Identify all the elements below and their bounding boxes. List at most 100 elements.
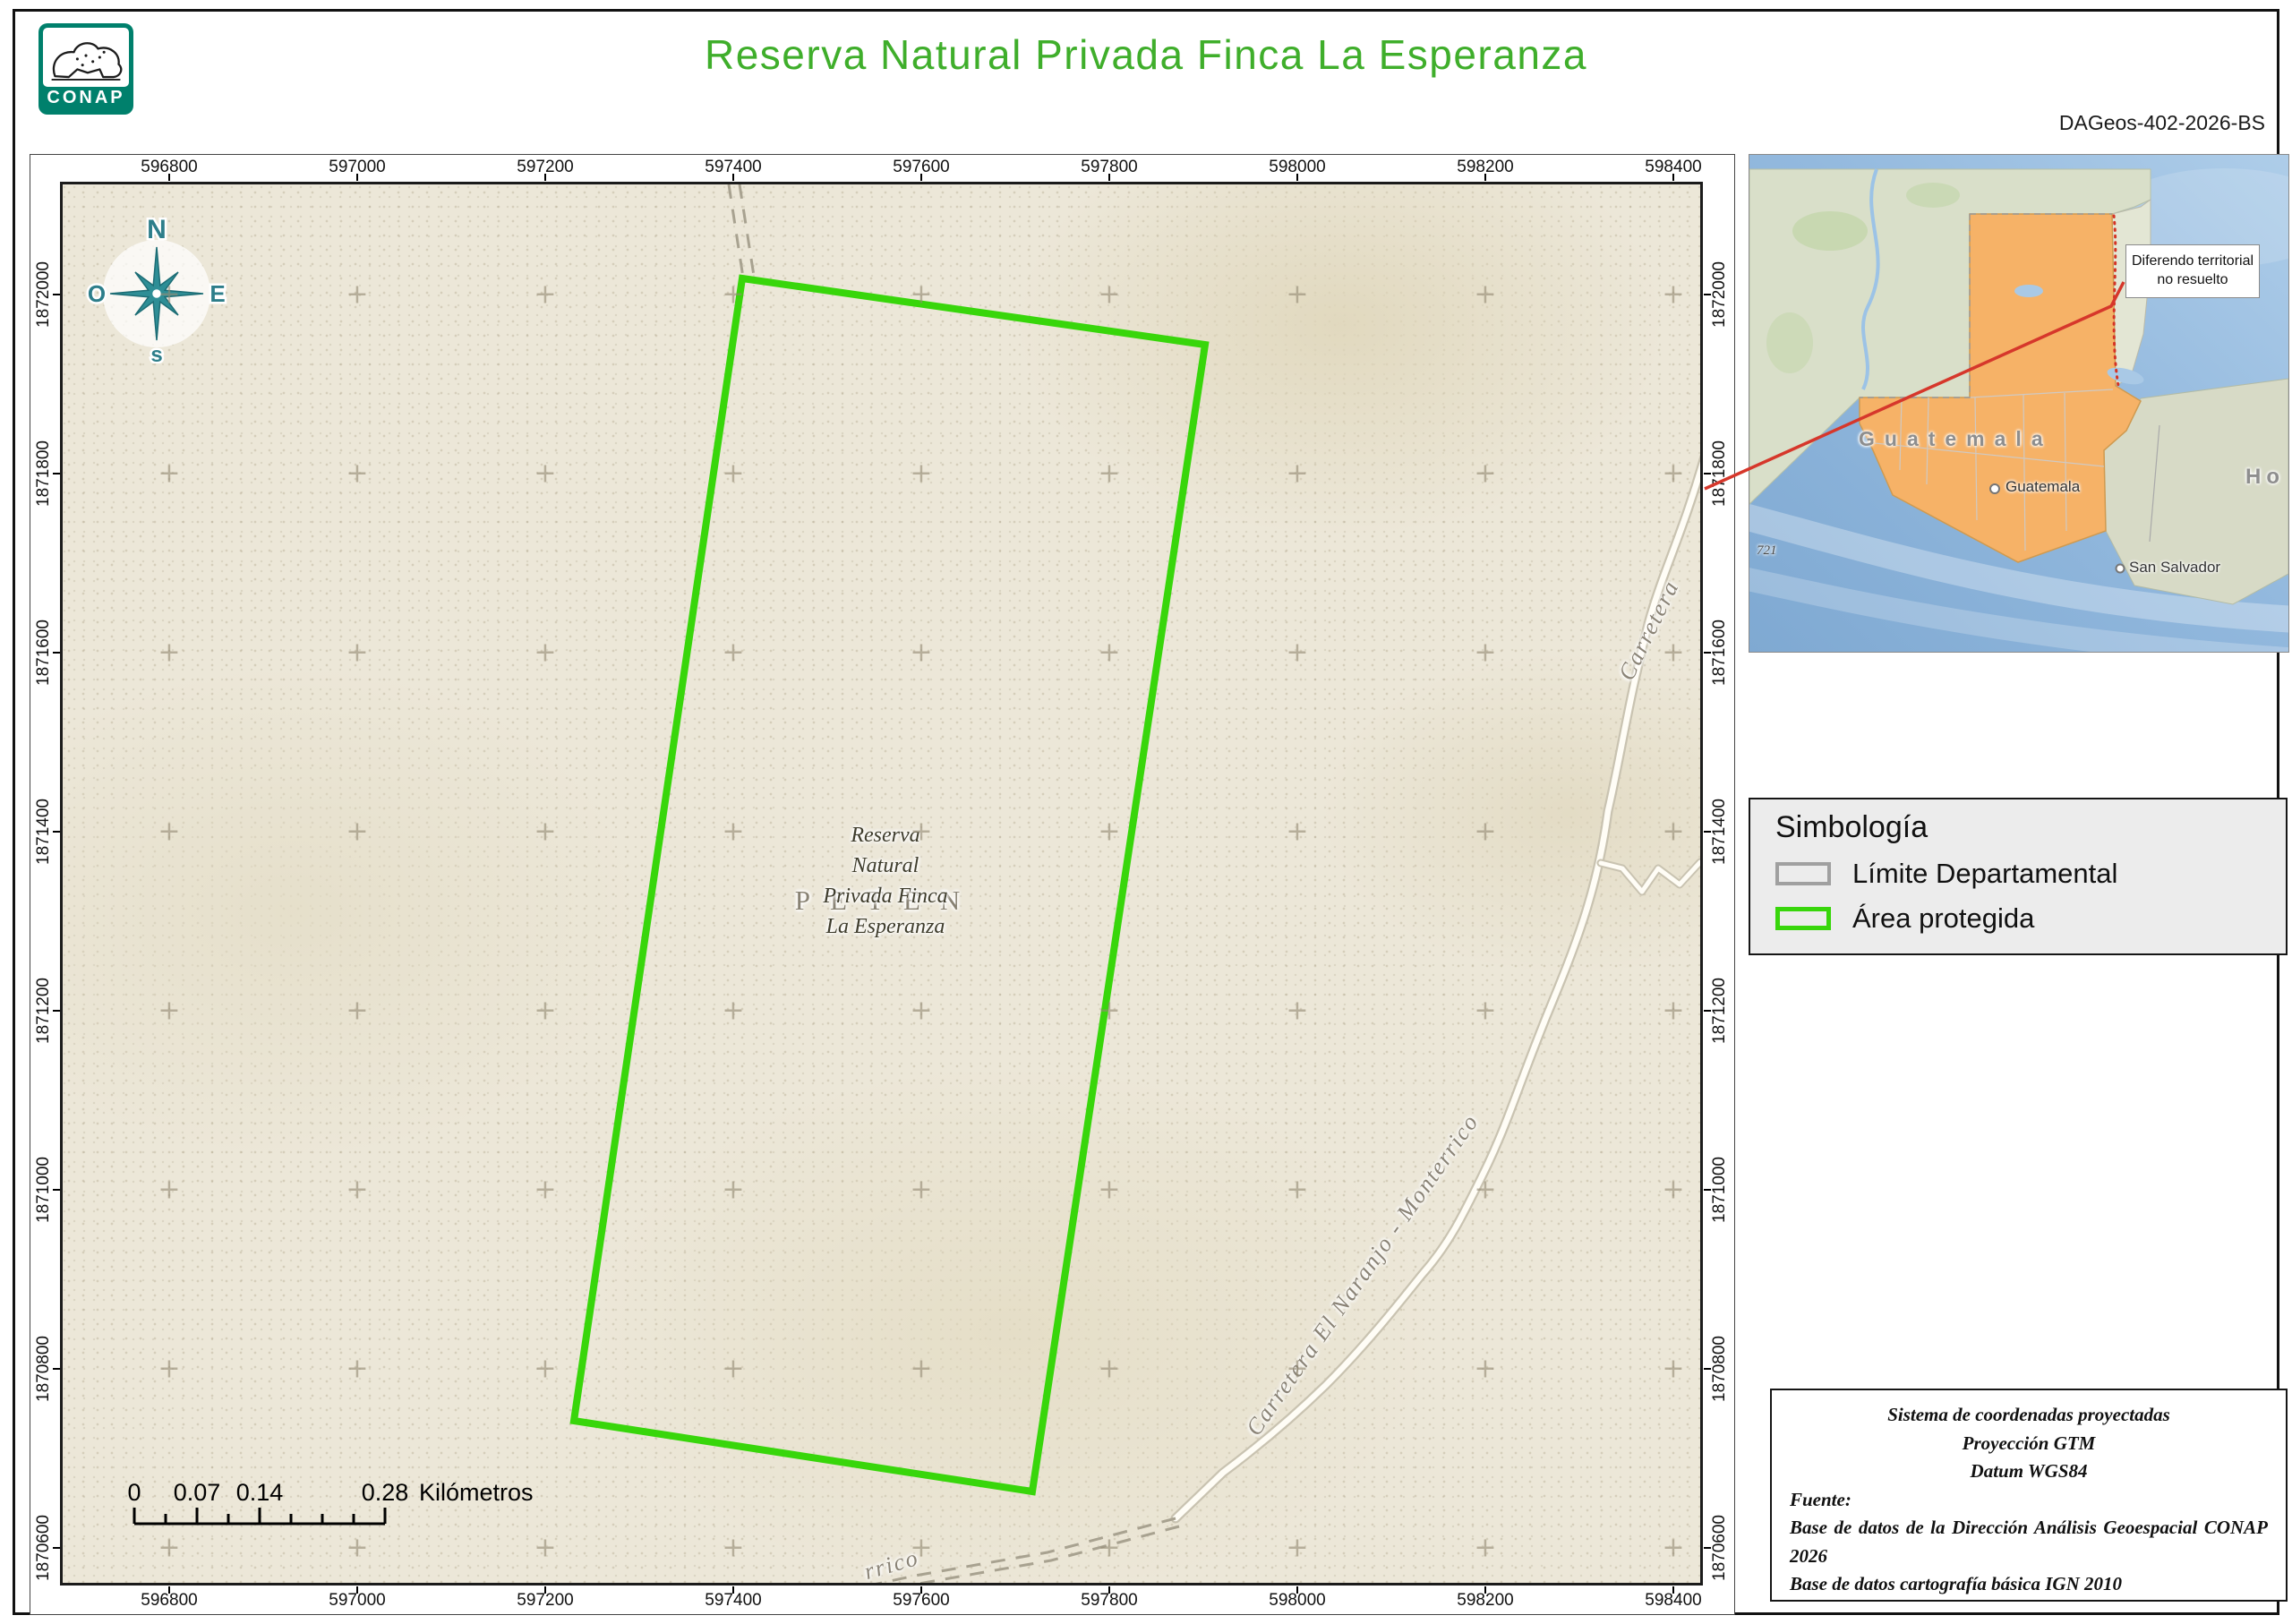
y-tick-label: 1870600 — [34, 1515, 53, 1581]
grid-cross: + — [722, 457, 745, 490]
compass-rose: N E s O — [85, 213, 227, 364]
grid-cross: + — [1286, 816, 1309, 848]
grid-cross: + — [1662, 995, 1685, 1027]
y-tick-label: 1871400 — [34, 799, 53, 865]
grid-cross: + — [534, 457, 557, 490]
tick-mark — [1704, 294, 1711, 295]
road-branch — [1596, 858, 1700, 896]
tick-mark — [1704, 473, 1711, 474]
x-tick-label: 597200 — [517, 1591, 574, 1610]
tick-mark — [168, 1586, 170, 1594]
grid-cross: + — [910, 1174, 933, 1206]
inset-capital-label: Guatemala — [2006, 478, 2081, 495]
tick-mark — [53, 473, 60, 474]
y-tick-label: 1870800 — [34, 1336, 53, 1402]
grid-cross: + — [1474, 457, 1497, 490]
grid-cross: + — [1474, 1353, 1497, 1385]
tick-mark — [732, 174, 734, 181]
legend-item: Límite Departamental — [1775, 858, 2261, 890]
credits-line: Proyección GTM — [1962, 1432, 2096, 1454]
y-tick-label: 1871600 — [34, 620, 53, 686]
grid-cross: + — [910, 457, 933, 490]
grid-cross: + — [346, 278, 369, 311]
y-tick-label: 1871400 — [1710, 799, 1729, 865]
page-title: Reserva Natural Privada Finca La Esperan… — [704, 31, 1588, 78]
inset-city-label: San Salvador — [2129, 559, 2221, 576]
grid-cross: + — [1098, 278, 1121, 311]
capital-city-marker — [1989, 483, 2000, 494]
grid-cross: + — [722, 1532, 745, 1564]
grid-cross: + — [1286, 278, 1309, 311]
y-tick-label: 1871200 — [34, 978, 53, 1044]
map-frame: PETEN Reserva Natural Privada Finca La E… — [30, 154, 1735, 1615]
grid-cross: + — [1098, 1353, 1121, 1385]
grid-cross: + — [1474, 278, 1497, 311]
scale-tick-label: 0.07 — [174, 1479, 221, 1506]
doc-id: DAGeos-402-2026-BS — [2058, 111, 2265, 134]
tick-mark — [1704, 1547, 1711, 1549]
grid-cross: + — [1098, 995, 1121, 1027]
grid-cross: + — [1474, 1532, 1497, 1564]
grid-cross: + — [1286, 1353, 1309, 1385]
scale-bar-line — [133, 1508, 387, 1526]
scale-tick-label: 0.28 — [362, 1479, 409, 1506]
grid-cross: + — [1662, 457, 1685, 490]
compass-north-label: N — [147, 215, 167, 244]
inset-map: Guatemala Guatemala San Salvador 721 Ho … — [1749, 154, 2289, 653]
x-tick-label: 598200 — [1457, 1591, 1514, 1610]
credits-line: Datum WGS84 — [1970, 1460, 2088, 1482]
territorial-dispute-callout: Diferendo territorial no resuelto — [2125, 244, 2260, 298]
legend-title: Simbología — [1775, 810, 1929, 844]
grid-cross: + — [1286, 995, 1309, 1027]
grid-cross: + — [1286, 637, 1309, 669]
tick-mark — [1672, 174, 1674, 181]
grid-cross: + — [1662, 816, 1685, 848]
grid-cross: + — [722, 637, 745, 669]
grid-cross: + — [534, 278, 557, 311]
grid-cross: + — [910, 995, 933, 1027]
y-tick-label: 1871800 — [1710, 440, 1729, 507]
inset-corner-label: 721 — [1757, 543, 1777, 558]
grid-cross: + — [534, 1353, 557, 1385]
grid-cross: + — [1098, 1532, 1121, 1564]
tick-mark — [1704, 1189, 1711, 1191]
lake — [2014, 285, 2043, 297]
grid-cross: + — [534, 816, 557, 848]
grid-cross: + — [1474, 816, 1497, 848]
tick-mark — [168, 174, 170, 181]
x-tick-label: 596800 — [141, 1591, 198, 1610]
legend-panel: Simbología Límite Departamental Área pro… — [1749, 798, 2288, 955]
x-tick-label: 597400 — [705, 1591, 762, 1610]
grid-cross: + — [722, 1353, 745, 1385]
grid-cross: + — [910, 816, 933, 848]
area-label-line: Reserva — [851, 824, 920, 847]
y-tick-label: 1872000 — [1710, 261, 1729, 328]
tick-mark — [53, 1368, 60, 1370]
main-road — [1170, 454, 1700, 1524]
grid-cross: + — [158, 1532, 181, 1564]
tick-mark — [53, 652, 60, 654]
compass-south-label: s — [150, 343, 162, 363]
tick-mark — [1704, 652, 1711, 654]
grid-cross: + — [910, 637, 933, 669]
tick-mark — [1704, 1010, 1711, 1012]
tick-mark — [1484, 174, 1486, 181]
grid-cross: + — [910, 278, 933, 311]
protected-area-swatch — [1775, 907, 1831, 930]
grid-cross: + — [722, 278, 745, 311]
grid-cross: + — [158, 278, 181, 311]
credits-line: Base de datos cartografía básica IGN 201… — [1790, 1573, 2122, 1594]
y-tick-label: 1871800 — [34, 440, 53, 507]
dashed-road-bottom — [918, 1525, 1180, 1583]
y-tick-label: 1870600 — [1710, 1515, 1729, 1581]
grid-cross: + — [1474, 637, 1497, 669]
tick-mark — [53, 1547, 60, 1549]
tick-mark — [356, 1586, 358, 1594]
grid-cross: + — [1286, 1174, 1309, 1206]
grid-cross: + — [1662, 1532, 1685, 1564]
area-label-line: Privada Finca — [823, 885, 948, 908]
conap-logo: CONAP — [38, 23, 133, 115]
grid-cross: + — [346, 995, 369, 1027]
tick-mark — [1704, 831, 1711, 833]
tick-mark — [53, 1189, 60, 1191]
